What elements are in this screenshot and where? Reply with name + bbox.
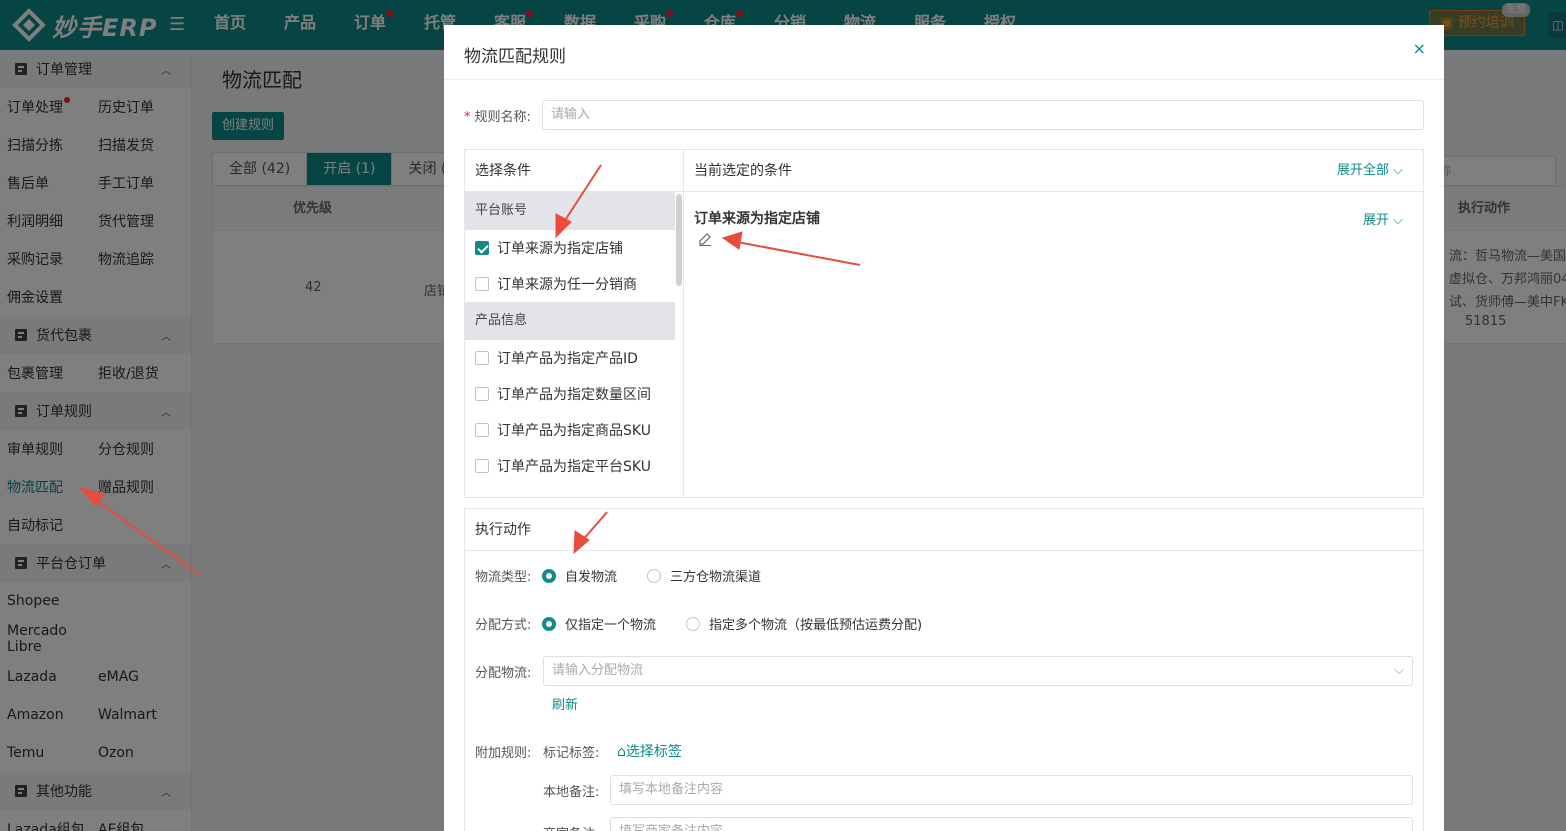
radio-third-party[interactable]: 三方仓物流渠道 [647, 566, 761, 585]
condition-option[interactable]: 订单产品为指定平台SKU [465, 448, 683, 484]
condition-option[interactable]: 订单产品为指定产品ID [465, 340, 683, 376]
condition-scrollbar[interactable] [676, 194, 682, 286]
condition-option-label: 订单产品为指定数量区间 [497, 387, 651, 403]
local-note-row: 本地备注: 填写本地备注内容 [543, 775, 1413, 805]
expand-all-button[interactable]: 展开全部 ⌵ [1337, 150, 1403, 192]
extra-rule-label: 附加规则: [475, 745, 532, 761]
merchant-note-input[interactable]: 填写商家备注内容 [610, 817, 1413, 831]
radio-single-logistics[interactable]: 仅指定一个物流 [542, 614, 656, 633]
current-condition-title: 当前选定的条件 [694, 163, 792, 179]
local-note-label: 本地备注: [543, 784, 600, 800]
condition-options: 平台账号订单来源为指定店铺 订单来源为任一分销商产品信息订单产品为指定产品ID 订单… [465, 192, 683, 484]
radio-self-logistics[interactable]: 自发物流 [542, 566, 617, 585]
checkbox[interactable] [475, 423, 489, 437]
checkbox[interactable] [475, 241, 489, 255]
chevron-down-icon: ⌵ [1393, 213, 1403, 228]
condition-option-label: 订单来源为任一分销商 [497, 277, 637, 293]
chevron-down-icon: ⌵ [1394, 663, 1404, 678]
checkbox[interactable] [475, 459, 489, 473]
assign-logistics-select[interactable]: 请输入分配物流 ⌵ [543, 656, 1413, 686]
current-condition-header: 当前选定的条件 展开全部 ⌵ [684, 150, 1423, 192]
radio-icon [647, 568, 662, 583]
condition-category: 产品信息 [465, 302, 675, 340]
condition-panel: 选择条件 平台账号 订单来源为指定店铺 订单来源为任一分销商 产品信息 订单产品为指定产… [464, 149, 1424, 498]
tag-icon: ⌂ [617, 744, 626, 760]
assign-logistics-row: 分配物流: 请输入分配物流 ⌵ [475, 656, 1413, 686]
tag-label: 标记标签: [543, 745, 600, 761]
logistics-type-row: 物流类型: 自发物流 三方仓物流渠道 [475, 566, 761, 585]
chevron-down-icon: ⌵ [1393, 163, 1403, 178]
condition-category: 平台账号 [465, 192, 675, 230]
allocation-label: 分配方式: [475, 618, 532, 633]
checkbox[interactable] [475, 387, 489, 401]
action-header: 执行动作 [465, 509, 1423, 551]
condition-option-label: 订单产品为指定商品SKU [497, 423, 651, 439]
rule-name-row: * 规则名称: 请输入 [464, 100, 1424, 130]
allocation-row: 分配方式: 仅指定一个物流 指定多个物流（按最低预估运费分配) [475, 614, 922, 633]
condition-option[interactable]: 订单产品为指定商品SKU [465, 412, 683, 448]
radio-icon [542, 616, 556, 631]
dialog-title: 物流匹配规则 [464, 47, 566, 67]
selected-condition-label: 订单来源为指定店铺 [694, 211, 820, 227]
selected-condition-item: 订单来源为指定店铺 展开 ⌵ [684, 192, 1423, 252]
condition-option[interactable]: 订单产品为指定数量区间 [465, 376, 683, 412]
action-panel: 执行动作 物流类型: 自发物流 三方仓物流渠道 分配方式: 仅指定一个物流 指定… [464, 508, 1424, 831]
radio-icon [686, 616, 701, 631]
logistics-rule-dialog: 物流匹配规则 × * 规则名称: 请输入 选择条件 平台账号 订单来源为指定店铺 订单… [444, 25, 1444, 831]
condition-option[interactable]: 订单来源为指定店铺 [465, 230, 683, 266]
close-icon[interactable]: × [1413, 39, 1426, 58]
merchant-note-row: 商家备注: 填写商家备注内容 [543, 817, 1413, 831]
expand-button[interactable]: 展开 ⌵ [1363, 209, 1403, 228]
extra-rule-row: 附加规则: 标记标签: ⌂选择标签 [475, 741, 682, 761]
select-tag-button[interactable]: ⌂选择标签 [617, 741, 682, 761]
checkbox[interactable] [475, 351, 489, 365]
merchant-note-label: 商家备注: [543, 823, 610, 831]
selected-conditions: 当前选定的条件 展开全部 ⌵ 订单来源为指定店铺 展开 ⌵ [684, 150, 1423, 497]
radio-multi-logistics[interactable]: 指定多个物流（按最低预估运费分配) [686, 614, 922, 633]
edit-icon[interactable] [698, 232, 712, 246]
condition-option-label: 订单产品为指定平台SKU [497, 459, 651, 475]
local-note-input[interactable]: 填写本地备注内容 [610, 775, 1413, 805]
checkbox[interactable] [475, 277, 489, 291]
condition-option-label: 订单产品为指定产品ID [497, 351, 638, 367]
rule-name-label: * 规则名称: [464, 109, 531, 125]
assign-logistics-label: 分配物流: [475, 665, 532, 681]
select-condition-header: 选择条件 [465, 150, 683, 192]
radio-icon [542, 568, 556, 583]
dialog-header: 物流匹配规则 × [444, 25, 1444, 80]
condition-list: 选择条件 平台账号订单来源为指定店铺 订单来源为任一分销商产品信息订单产品为指定产… [465, 150, 684, 497]
condition-option[interactable]: 订单来源为任一分销商 [465, 266, 683, 302]
refresh-button[interactable]: 刷新 [552, 694, 578, 713]
rule-name-input[interactable]: 请输入 [542, 100, 1424, 130]
condition-option-label: 订单来源为指定店铺 [497, 241, 623, 257]
logistics-type-label: 物流类型: [475, 570, 532, 585]
